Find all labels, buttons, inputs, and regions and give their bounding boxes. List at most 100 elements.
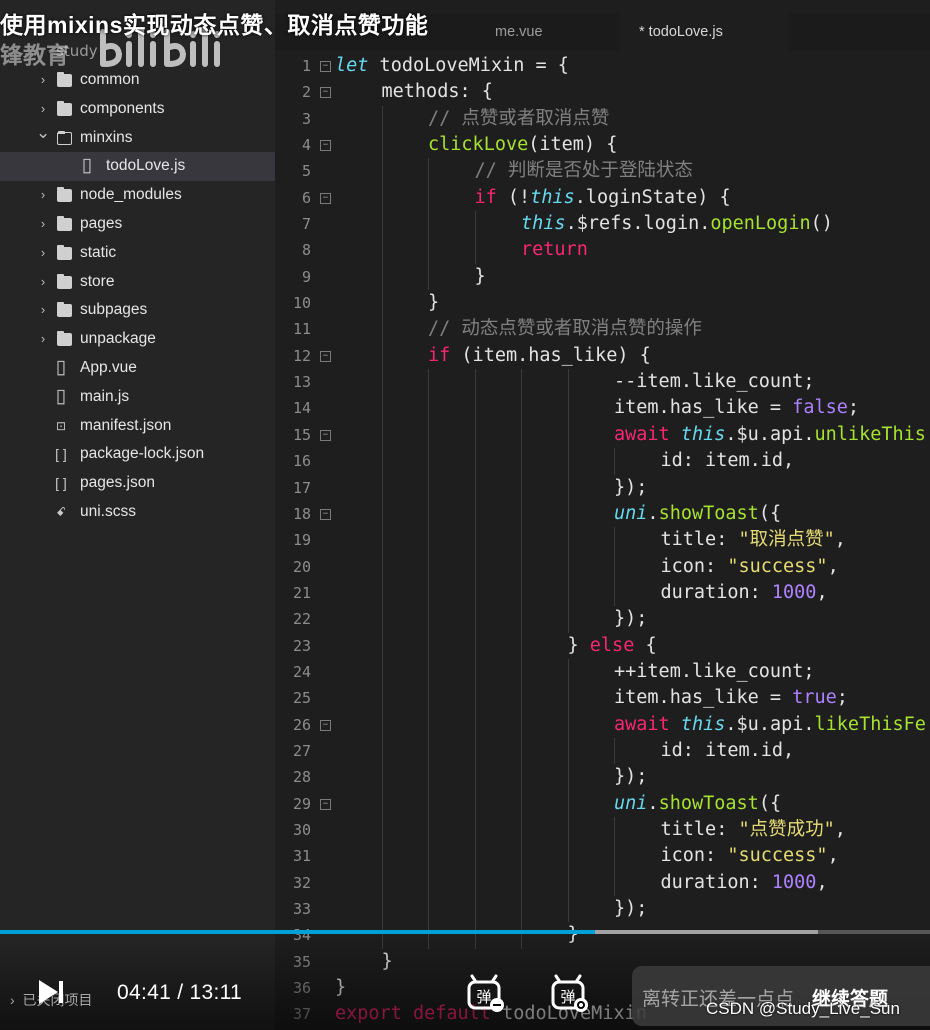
fold-toggle-icon[interactable]: −	[320, 140, 331, 152]
tree-item-common[interactable]: › common	[0, 66, 275, 95]
code-line[interactable]: ++item.like_count;	[335, 658, 930, 686]
code-token: id: item.id,	[660, 739, 795, 761]
code-line[interactable]: duration: 1000,	[335, 869, 930, 896]
line-number: 26−	[275, 712, 335, 738]
tree-item-pages-json[interactable]: [ ] pages.json	[0, 469, 275, 498]
code-line[interactable]: // 判断是否处于登陆状态	[335, 158, 930, 185]
code-token: await	[614, 713, 670, 735]
tree-item-app-vue[interactable]: ▯ App.vue	[0, 354, 275, 383]
tree-item-unpackage[interactable]: › unpackage	[0, 325, 275, 354]
tree-item-minxins[interactable]: ⌄ minxins	[0, 123, 275, 153]
code-token: uni	[614, 502, 648, 524]
code-line[interactable]: }	[335, 290, 930, 317]
danmu-settings-label: 弹	[560, 988, 575, 1006]
code-line[interactable]: } else {	[335, 632, 930, 659]
indent-guide	[567, 685, 569, 712]
manifest-file-icon: ⊡	[55, 418, 67, 433]
tree-item-package-lock-json[interactable]: [ ] package-lock.json	[0, 440, 275, 469]
fold-toggle-icon[interactable]: −	[320, 87, 331, 99]
code-line[interactable]: // 点赞或者取消点赞	[335, 105, 930, 133]
code-line[interactable]: duration: 1000,	[335, 579, 930, 607]
code-line[interactable]: });	[335, 606, 930, 633]
fold-toggle-icon[interactable]: −	[320, 508, 331, 520]
indent-guide	[521, 711, 522, 738]
code-token: ++item.like_count;	[614, 660, 815, 682]
fold-toggle-icon[interactable]: −	[320, 798, 331, 810]
indent-guide	[614, 448, 615, 475]
indent-guide	[567, 843, 569, 870]
indent-guide	[428, 658, 429, 686]
chevron-right-icon[interactable]: ›	[36, 66, 50, 95]
chevron-right-icon[interactable]: ›	[36, 325, 50, 354]
indent-guide	[381, 632, 383, 659]
fold-toggle-icon[interactable]: −	[320, 61, 331, 72]
code-line[interactable]: uni.showToast({	[335, 500, 930, 528]
code-line[interactable]: --item.like_count;	[335, 369, 930, 396]
tree-item-uni-scss[interactable]: ꗃ uni.scss	[0, 498, 275, 527]
code-line[interactable]: item.has_like = false;	[335, 395, 930, 422]
chevron-right-icon[interactable]: ›	[36, 239, 50, 268]
play-icon[interactable]	[36, 978, 64, 1006]
fold-toggle-icon[interactable]: −	[320, 192, 331, 204]
indent-guide	[381, 658, 383, 686]
tab-me-vue[interactable]: me.vue	[475, 14, 563, 50]
fold-toggle-icon[interactable]: −	[320, 429, 331, 441]
tree-item-subpages[interactable]: › subpages	[0, 296, 275, 325]
fold-toggle-icon[interactable]: −	[320, 350, 331, 362]
code-line[interactable]: });	[335, 474, 930, 501]
code-text: id: item.id,	[661, 738, 795, 764]
code-token: methods: {	[381, 81, 493, 103]
tree-item-main-js[interactable]: ▯ main.js	[0, 383, 275, 412]
code-token: this	[680, 713, 726, 735]
code-line[interactable]: this.$refs.login.openLogin()	[335, 211, 930, 238]
code-line[interactable]: id: item.id,	[335, 448, 930, 475]
code-token: ,	[816, 871, 828, 893]
code-line[interactable]: });	[335, 764, 930, 791]
code-line[interactable]: return	[335, 237, 930, 264]
code-line[interactable]: await this.$u.api.unlikeThis	[335, 421, 930, 449]
code-line[interactable]: if (item.has_like) {	[335, 342, 930, 370]
indent-guide	[381, 263, 383, 291]
folder-icon	[57, 244, 72, 260]
code-line[interactable]: item.has_like = true;	[335, 685, 930, 712]
code-line[interactable]: title: "点赞成功",	[335, 816, 930, 844]
danmu-settings-button[interactable]: 弹	[550, 974, 590, 1014]
code-line[interactable]: title: "取消点赞",	[335, 527, 930, 554]
indent-guide	[567, 790, 569, 817]
indent-guide	[521, 421, 522, 449]
code-line[interactable]: }	[335, 263, 930, 291]
code-line[interactable]: // 动态点赞或者取消点赞的操作	[335, 316, 930, 343]
danmu-toggle-button[interactable]: 弹	[466, 974, 506, 1014]
code-line[interactable]: icon: "success",	[335, 553, 930, 580]
code-line[interactable]: clickLove(item) {	[335, 132, 930, 159]
code-line[interactable]: methods: {	[335, 79, 930, 105]
code-editor[interactable]: 1−2−3 4−5 6−7 8 9 10 11 12−13 14 15−16 17 18−19 20 21…	[275, 50, 930, 1030]
chevron-down-icon[interactable]: ⌄	[36, 119, 50, 148]
code-line[interactable]: });	[335, 896, 930, 923]
chevron-right-icon[interactable]: ›	[36, 210, 50, 239]
tree-item-static[interactable]: › static	[0, 239, 275, 268]
tree-item-store[interactable]: › store	[0, 268, 275, 297]
code-line[interactable]: if (!this.loginState) {	[335, 184, 930, 212]
code-line[interactable]: id: item.id,	[335, 737, 930, 765]
fold-toggle-icon[interactable]: −	[320, 719, 331, 731]
code-line[interactable]: icon: "success",	[335, 843, 930, 870]
indent-guide	[474, 711, 476, 738]
code-token: 1000	[771, 871, 817, 893]
code-line[interactable]: uni.showToast({	[335, 790, 930, 817]
indent-guide	[567, 658, 569, 686]
code-line[interactable]: await this.$u.api.likeThisFe	[335, 711, 930, 738]
line-number-text: 10	[292, 294, 311, 313]
chevron-right-icon[interactable]: ›	[36, 268, 50, 297]
chevron-right-icon[interactable]: ›	[36, 181, 50, 210]
tree-item-pages[interactable]: › pages	[0, 210, 275, 239]
tree-item-todolove-js[interactable]: ▯ todoLove.js	[0, 152, 275, 182]
tree-item-node-modules[interactable]: › node_modules	[0, 181, 275, 210]
code-line[interactable]: let todoLoveMixin = {	[335, 53, 930, 79]
tree-item-manifest-json[interactable]: ⊡ manifest.json	[0, 412, 275, 441]
code-area[interactable]: let todoLoveMixin = {methods: {// 点赞或者取消…	[335, 53, 930, 1028]
tab-todolove-js[interactable]: * todoLove.js	[619, 14, 789, 50]
line-number: 5	[275, 158, 335, 184]
indent-guide	[567, 553, 569, 580]
chevron-right-icon[interactable]: ›	[36, 296, 50, 325]
